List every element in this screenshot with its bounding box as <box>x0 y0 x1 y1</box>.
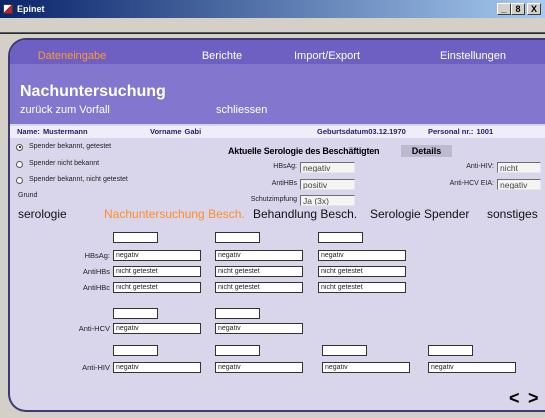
hbsag-field[interactable] <box>300 162 355 173</box>
hbsag-row-label: HBsAg: <box>84 251 110 260</box>
back-to-incident-link[interactable]: zurück zum Vorfall <box>20 103 110 117</box>
app-icon <box>3 4 13 14</box>
anti-hiv-row-label: Anti-HIV <box>82 363 110 372</box>
antihbc-result-field[interactable] <box>215 282 303 293</box>
anti-hcv-row-label: Anti-HCV <box>78 324 110 333</box>
person-personnel-no-label: Personal nr.: <box>428 127 474 136</box>
hbsag-result-field[interactable] <box>113 250 201 261</box>
subtab-nachuntersuchung[interactable]: Nachuntersuchung Besch. <box>104 207 245 221</box>
hiv-date-field[interactable] <box>113 345 158 356</box>
person-birth-date-value: 03.12.1970 <box>368 127 406 136</box>
antihbs-label: AntiHBs <box>271 180 297 187</box>
anti-hiv-label: Anti-HIV: <box>466 163 494 170</box>
anti-hcv-eia-label: Anti-HCV EIA: <box>449 180 494 187</box>
person-first-name-value: Gabi <box>184 127 202 136</box>
antihbc-result-field[interactable] <box>113 282 201 293</box>
tab-einstellungen[interactable]: Einstellungen <box>423 50 523 63</box>
hb-date-field[interactable] <box>318 232 363 243</box>
anti-hiv-result-field[interactable] <box>428 362 516 373</box>
person-first-name-label: Vorname <box>150 127 182 136</box>
tab-berichte[interactable]: Berichte <box>172 50 272 63</box>
anti-hiv-field[interactable] <box>497 162 541 173</box>
hiv-date-field[interactable] <box>322 345 367 356</box>
radio-button[interactable] <box>16 176 23 184</box>
hiv-date-field[interactable] <box>428 345 473 356</box>
anti-hiv-result-field[interactable] <box>322 362 410 373</box>
person-personnel-no-value: 1001 <box>476 127 494 136</box>
title-bar <box>0 0 545 18</box>
tab-import-export[interactable]: Import/Export <box>277 50 377 63</box>
antihbc-row-label: AntiHBc <box>82 283 110 292</box>
hb-date-field[interactable] <box>215 232 260 243</box>
vaccination-label: Schutzimpfung <box>250 196 297 203</box>
frame-edge <box>0 32 545 34</box>
close-window-button[interactable]: X <box>527 3 541 15</box>
hbsag-result-field[interactable] <box>215 250 303 261</box>
minimize-button[interactable]: _ <box>497 3 511 15</box>
donor-option-known-tested[interactable]: Spender bekannt, getestet <box>16 142 111 152</box>
antihbs-result-field[interactable] <box>318 266 406 277</box>
anti-hiv-result-field[interactable] <box>215 362 303 373</box>
hbsag-result-field[interactable] <box>318 250 406 261</box>
subtab-behandlung[interactable]: Behandlung Besch. <box>253 207 357 221</box>
subtab-sonstiges[interactable]: sonstiges <box>487 207 538 221</box>
hiv-date-field[interactable] <box>215 345 260 356</box>
person-name-label: Name: <box>17 127 40 136</box>
anti-hcv-result-field[interactable] <box>215 323 303 334</box>
person-birth-date: Geburtsdatum03.12.1970 <box>317 127 406 137</box>
donor-option-unknown[interactable]: Spender nicht bekannt <box>16 159 99 169</box>
antihbc-result-field[interactable] <box>318 282 406 293</box>
current-serology-title: Aktuelle Serologie des Beschäftigten <box>228 146 380 156</box>
hcv-date-field[interactable] <box>113 308 158 319</box>
person-first-name: Vorname Gabi <box>150 127 201 137</box>
subtab-serologie-spender[interactable]: Serologie Spender <box>370 207 469 221</box>
next-record-button[interactable]: > <box>528 388 539 408</box>
page-title: Nachuntersuchung <box>20 83 166 100</box>
window-title: Epinet <box>17 4 45 14</box>
person-name-value: Mustermann <box>42 127 88 136</box>
previous-record-button[interactable]: < <box>509 388 520 408</box>
close-form-link[interactable]: schliessen <box>216 103 267 117</box>
hcv-date-field[interactable] <box>215 308 260 319</box>
antihbs-row-label: AntiHBs <box>82 267 110 276</box>
antihbs-field[interactable] <box>300 179 355 190</box>
vaccination-field[interactable] <box>300 195 355 206</box>
person-birth-date-label: Geburtsdatum <box>317 127 369 136</box>
restore-button[interactable]: 8 <box>511 3 525 15</box>
hb-date-field[interactable] <box>113 232 158 243</box>
antihbs-result-field[interactable] <box>215 266 303 277</box>
donor-option-known-untested[interactable]: Spender bekannt, nicht getestet <box>16 175 128 185</box>
epinet-window: Epinet _ 8 X Dateneingabe Berichte Impor… <box>0 0 545 418</box>
anti-hiv-result-field[interactable] <box>113 362 201 373</box>
radio-label: Spender bekannt, nicht getestet <box>29 176 128 183</box>
reason-label: Grund <box>18 192 38 199</box>
radio-label: Spender nicht bekannt <box>29 160 100 167</box>
details-button[interactable]: Details <box>401 145 452 157</box>
subtab-serologie[interactable]: serologie <box>18 207 67 221</box>
radio-button[interactable] <box>16 160 23 168</box>
radio-button[interactable] <box>16 143 23 151</box>
tab-dateneingabe[interactable]: Dateneingabe <box>22 50 122 63</box>
person-name: Name: Mustermann <box>17 127 88 137</box>
radio-label: Spender bekannt, getestet <box>29 143 112 150</box>
antihbs-result-field[interactable] <box>113 266 201 277</box>
person-personnel-no: Personal nr.: 1001 <box>428 127 493 137</box>
hbsag-label: HBsAg: <box>273 163 297 170</box>
anti-hcv-eia-field[interactable] <box>497 179 541 190</box>
anti-hcv-result-field[interactable] <box>113 323 201 334</box>
